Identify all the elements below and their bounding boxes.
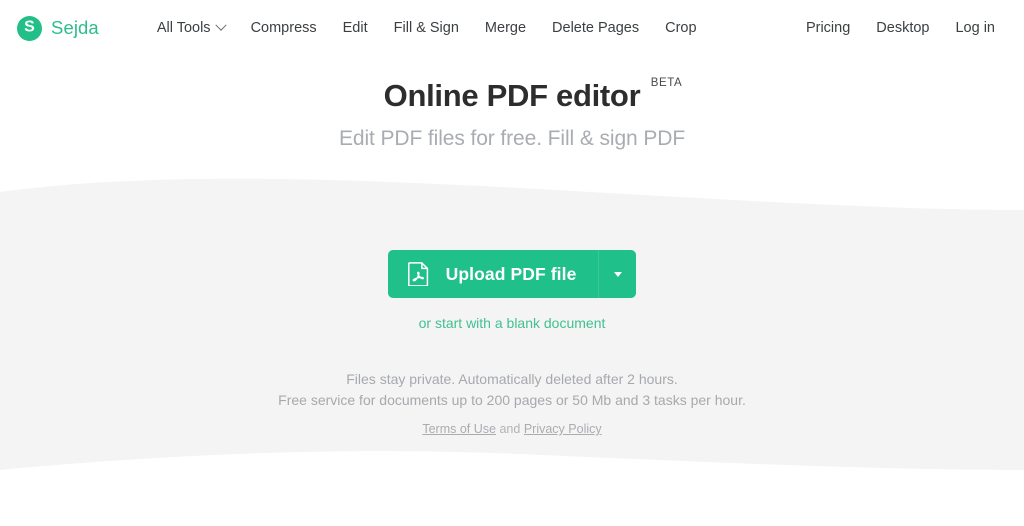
pdf-document-icon bbox=[407, 262, 428, 286]
nav-item-fill-and-sign-label: Fill & Sign bbox=[393, 20, 459, 36]
brand-name: Sejda bbox=[51, 17, 99, 38]
nav-item-desktop-label: Desktop bbox=[876, 20, 930, 36]
nav-item-pricing-label: Pricing bbox=[805, 20, 851, 36]
legal-links: Terms of Use and Privacy Policy bbox=[0, 422, 1024, 436]
nav-item-compress[interactable]: Compress bbox=[238, 14, 330, 42]
start-blank-document-link[interactable]: or start with a blank document bbox=[0, 315, 1024, 331]
fineprint-limits-line: Free service for documents up to 200 pag… bbox=[278, 392, 746, 408]
chevron-down-icon bbox=[214, 19, 227, 31]
beta-badge: BETA bbox=[650, 77, 683, 89]
page-subtitle: Edit PDF files for free. Fill & sign PDF bbox=[338, 127, 686, 150]
secondary-nav: Pricing Desktop Log in bbox=[793, 14, 1008, 42]
nav-item-merge[interactable]: Merge bbox=[472, 14, 539, 42]
caret-down-icon bbox=[613, 271, 622, 277]
privacy-policy-link[interactable]: Privacy Policy bbox=[524, 422, 602, 436]
nav-item-delete-pages-label: Delete Pages bbox=[552, 20, 640, 36]
nav-item-delete-pages[interactable]: Delete Pages bbox=[539, 14, 652, 42]
terms-of-use-link[interactable]: Terms of Use bbox=[422, 422, 496, 436]
page-title-text: Online PDF editor bbox=[383, 78, 641, 113]
sejda-logo-icon: S bbox=[17, 15, 42, 41]
nav-item-merge-label: Merge bbox=[484, 20, 527, 36]
primary-nav: All Tools Compress Edit Fill & Sign Merg… bbox=[144, 14, 710, 42]
upload-pdf-file-button[interactable]: Upload PDF file bbox=[387, 250, 637, 298]
upload-section: Upload PDF file or start with a blank do… bbox=[0, 170, 1024, 436]
nav-item-fill-and-sign[interactable]: Fill & Sign bbox=[381, 14, 472, 42]
upload-button-label: Upload PDF file bbox=[445, 263, 577, 284]
nav-item-compress-label: Compress bbox=[250, 20, 317, 36]
legal-conjunction: and bbox=[499, 422, 521, 436]
top-navigation-bar: S Sejda All Tools Compress Edit Fill & S… bbox=[0, 0, 1024, 56]
nav-item-log-in-label: Log in bbox=[955, 20, 995, 36]
nav-item-log-in[interactable]: Log in bbox=[942, 14, 1008, 42]
brand-mark-letter: S bbox=[24, 18, 35, 36]
nav-item-crop-label: Crop bbox=[665, 20, 697, 36]
nav-item-edit[interactable]: Edit bbox=[330, 14, 381, 42]
upload-options-dropdown-toggle[interactable] bbox=[599, 250, 636, 298]
nav-item-all-tools-label: All Tools bbox=[156, 20, 211, 36]
upload-fineprint: Files stay private. Automatically delete… bbox=[0, 369, 1024, 411]
brand-logo-link[interactable]: S Sejda bbox=[17, 15, 99, 41]
upload-button-main[interactable]: Upload PDF file bbox=[388, 250, 599, 298]
nav-item-pricing[interactable]: Pricing bbox=[793, 14, 863, 42]
nav-item-all-tools[interactable]: All Tools bbox=[144, 14, 238, 42]
nav-item-desktop[interactable]: Desktop bbox=[863, 14, 942, 42]
nav-item-edit-label: Edit bbox=[342, 20, 368, 36]
nav-item-crop[interactable]: Crop bbox=[652, 14, 709, 42]
fineprint-privacy-line: Files stay private. Automatically delete… bbox=[346, 371, 678, 387]
page-title: Online PDF editor BETA bbox=[383, 77, 682, 113]
